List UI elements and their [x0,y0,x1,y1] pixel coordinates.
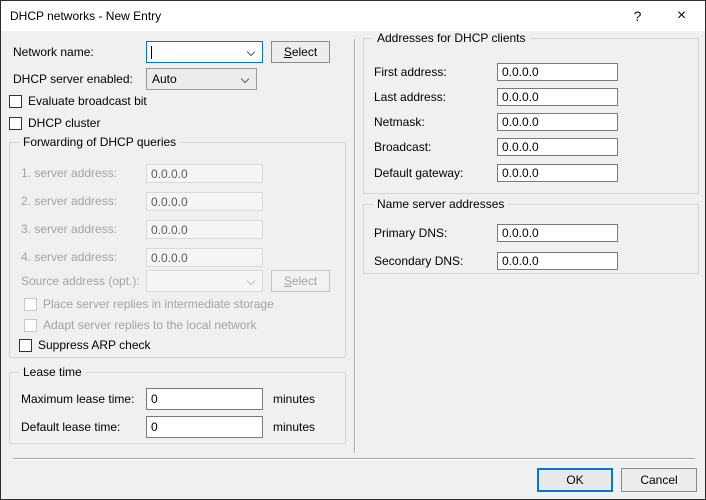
lease-time-group-title: Lease time [19,365,86,380]
server3-input [146,220,263,239]
default-gateway-label: Default gateway: [374,164,463,182]
chevron-down-icon [247,277,255,285]
first-address-input[interactable] [497,63,618,81]
source-address-combobox [146,270,263,292]
network-name-select-button[interactable]: Select [271,41,330,63]
evaluate-broadcast-checkbox[interactable]: Evaluate broadcast bit [9,93,147,109]
help-icon: ? [634,8,642,24]
source-address-label: Source address (opt.): [21,270,140,292]
column-separator [354,39,355,453]
place-replies-checkbox: Place server replies in intermediate sto… [24,296,274,312]
first-address-label: First address: [374,63,447,81]
netmask-input[interactable] [497,113,618,131]
broadcast-input[interactable] [497,138,618,156]
max-lease-label: Maximum lease time: [21,388,134,410]
server4-input [146,248,263,267]
server-enabled-dropdown[interactable]: Auto [146,68,257,90]
server2-input [146,192,263,211]
close-icon: × [677,7,686,24]
last-address-input[interactable] [497,88,618,106]
checkbox-box [24,298,37,311]
netmask-label: Netmask: [374,113,425,131]
chevron-down-icon [247,48,255,56]
primary-dns-label: Primary DNS: [374,224,447,242]
server2-label: 2. server address: [21,192,117,211]
checkbox-box [9,95,22,108]
cancel-button[interactable]: Cancel [621,468,697,492]
server-enabled-label: DHCP server enabled: [13,68,133,90]
title-bar[interactable]: DHCP networks - New Entry ? × [1,1,705,31]
ok-button[interactable]: OK [537,468,613,492]
checkbox-box [24,319,37,332]
client-addresses-group-title: Addresses for DHCP clients [373,31,530,46]
suppress-arp-checkbox[interactable]: Suppress ARP check [19,337,151,353]
default-gateway-input[interactable] [497,164,618,182]
text-caret [151,46,152,59]
secondary-dns-label: Secondary DNS: [374,252,463,270]
forwarding-group-title: Forwarding of DHCP queries [19,135,180,150]
server-enabled-value: Auto [152,69,177,89]
checkbox-box [9,117,22,130]
dhcp-cluster-checkbox[interactable]: DHCP cluster [9,115,100,131]
network-name-label: Network name: [13,41,94,63]
adapt-replies-label: Adapt server replies to the local networ… [43,318,256,332]
secondary-dns-input[interactable] [497,252,618,270]
window-title: DHCP networks - New Entry [10,1,161,31]
network-name-combobox[interactable] [146,41,263,63]
default-lease-input[interactable] [146,416,263,438]
max-lease-unit: minutes [273,388,315,410]
name-servers-group-title: Name server addresses [373,197,508,212]
source-address-select-button: Select [271,270,330,292]
close-button[interactable]: × [659,1,704,31]
help-button[interactable]: ? [615,1,660,31]
chevron-down-icon [241,75,249,83]
suppress-arp-label: Suppress ARP check [38,338,151,352]
place-replies-label: Place server replies in intermediate sto… [43,297,274,311]
adapt-replies-checkbox: Adapt server replies to the local networ… [24,317,256,333]
primary-dns-input[interactable] [497,224,618,242]
broadcast-label: Broadcast: [374,138,431,156]
server3-label: 3. server address: [21,220,117,239]
footer-separator [13,458,695,459]
last-address-label: Last address: [374,88,446,106]
server1-label: 1. server address: [21,164,117,183]
default-lease-unit: minutes [273,416,315,438]
dialog-window: DHCP networks - New Entry ? × Network na… [0,0,706,500]
server4-label: 4. server address: [21,248,117,267]
evaluate-broadcast-label: Evaluate broadcast bit [28,94,147,108]
default-lease-label: Default lease time: [21,416,120,438]
server1-input [146,164,263,183]
checkbox-box [19,339,32,352]
max-lease-input[interactable] [146,388,263,410]
dhcp-cluster-label: DHCP cluster [28,116,100,130]
